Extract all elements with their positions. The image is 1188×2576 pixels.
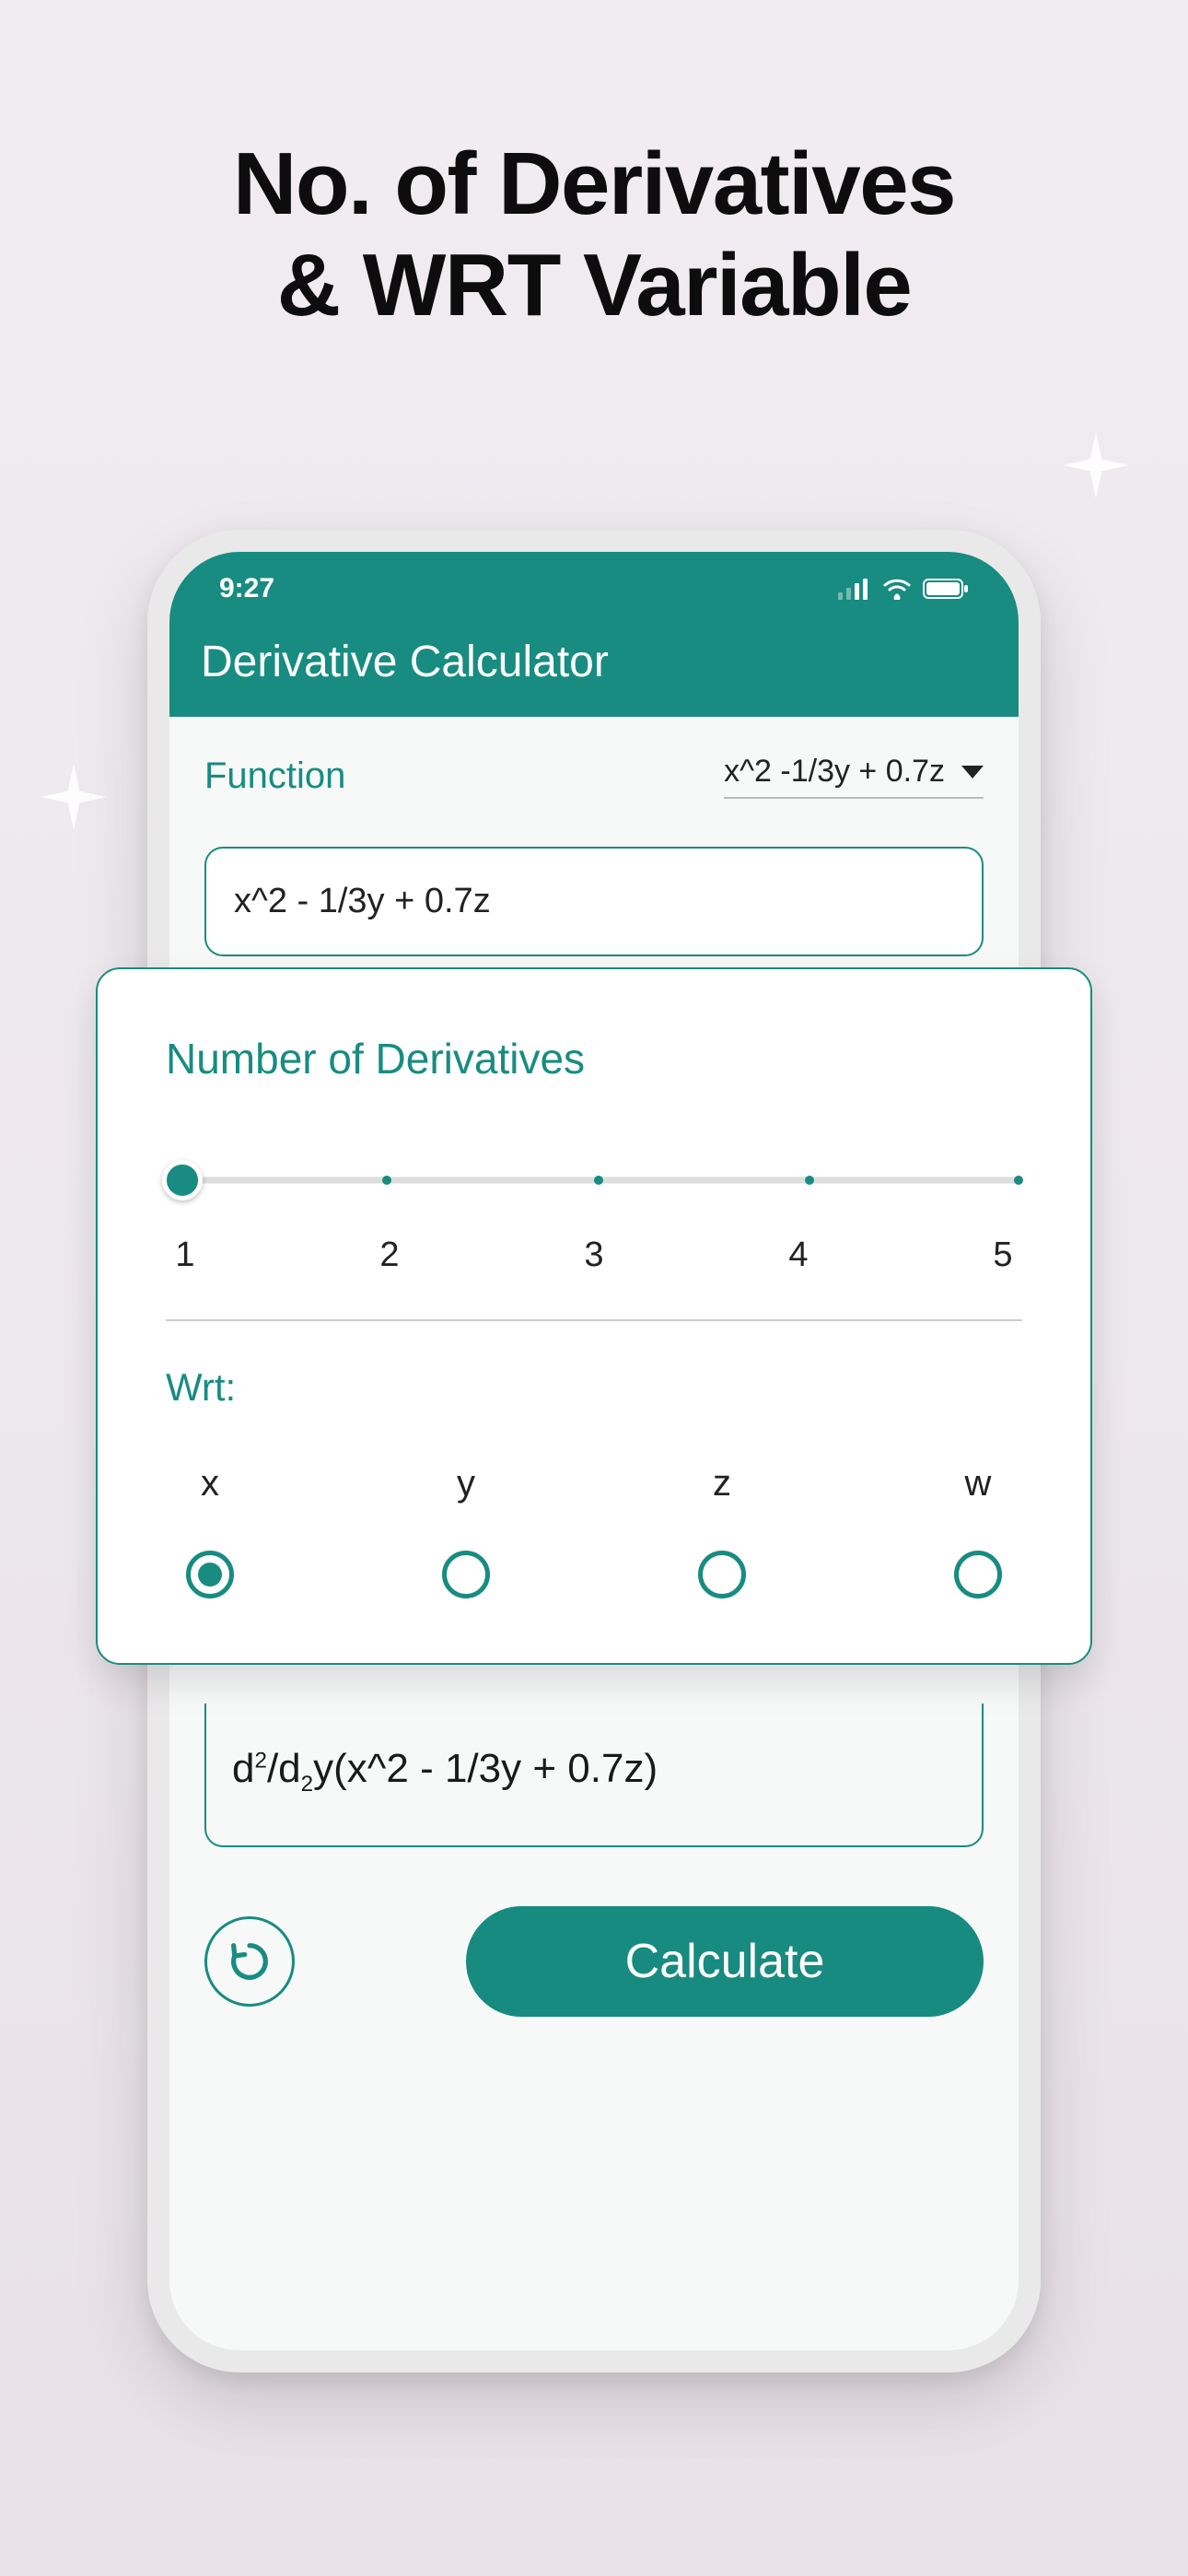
slider-label: 3	[580, 1235, 608, 1275]
wrt-option-y[interactable]: y	[442, 1463, 490, 1598]
divider	[166, 1319, 1022, 1321]
function-dropdown[interactable]: x^2 -1/3y + 0.7z	[724, 754, 984, 799]
slider-tick	[382, 1176, 391, 1185]
wrt-letter: z	[713, 1463, 731, 1505]
wifi-icon	[882, 578, 912, 600]
reset-icon	[226, 1938, 274, 1985]
function-input[interactable]: x^2 - 1/3y + 0.7z	[204, 847, 984, 956]
slider-thumb[interactable]	[162, 1160, 203, 1200]
derivatives-title: Number of Derivatives	[166, 1034, 1022, 1083]
signal-icon	[838, 578, 871, 600]
result-area: d2/d2y(x^2 - 1/3y + 0.7z) Calculate	[204, 1704, 984, 2017]
app-title: Derivative Calculator	[201, 637, 987, 687]
function-input-value: x^2 - 1/3y + 0.7z	[234, 882, 491, 920]
battery-icon	[923, 578, 969, 600]
function-label: Function	[204, 755, 345, 797]
sparkle-icon	[37, 760, 111, 834]
status-icons	[838, 578, 969, 600]
content-area: Function x^2 -1/3y + 0.7z x^2 - 1/3y + 0…	[169, 717, 1019, 956]
slider-label: 4	[785, 1235, 812, 1275]
dropdown-value: x^2 -1/3y + 0.7z	[724, 754, 945, 790]
hero-title: No. of Derivatives & WRT Variable	[0, 0, 1188, 337]
wrt-letter: w	[965, 1463, 992, 1505]
radio[interactable]	[954, 1551, 1002, 1598]
wrt-letter: x	[201, 1463, 219, 1505]
hero-line1: No. of Derivatives	[233, 135, 955, 233]
wrt-label: Wrt:	[166, 1365, 1022, 1410]
slider-label: 1	[171, 1235, 199, 1275]
wrt-option-x[interactable]: x	[186, 1463, 234, 1598]
calculate-label: Calculate	[625, 1935, 825, 1988]
hero-line2: & WRT Variable	[277, 236, 912, 334]
derivatives-slider[interactable]	[166, 1166, 1022, 1194]
slider-tick	[594, 1176, 603, 1185]
wrt-options: x y z w	[166, 1463, 1022, 1598]
action-row: Calculate	[204, 1906, 984, 2017]
reset-button[interactable]	[204, 1916, 295, 2007]
slider-labels: 1 2 3 4 5	[166, 1235, 1022, 1275]
sparkle-icon	[1059, 428, 1133, 502]
app-header: Derivative Calculator	[169, 626, 1019, 717]
slider-label: 5	[989, 1235, 1017, 1275]
wrt-letter: y	[457, 1463, 475, 1505]
radio-selected[interactable]	[186, 1551, 234, 1598]
wrt-option-z[interactable]: z	[698, 1463, 746, 1598]
radio[interactable]	[698, 1551, 746, 1598]
calculate-button[interactable]: Calculate	[466, 1906, 984, 2017]
status-time: 9:27	[219, 573, 274, 604]
result-display: d2/d2y(x^2 - 1/3y + 0.7z)	[204, 1704, 984, 1847]
slider-label: 2	[376, 1235, 403, 1275]
chevron-down-icon	[961, 766, 984, 779]
status-bar: 9:27	[169, 552, 1019, 626]
radio[interactable]	[442, 1551, 490, 1598]
derivatives-popover: Number of Derivatives 1 2 3 4 5 Wrt: x y…	[96, 967, 1092, 1665]
slider-tick	[1014, 1176, 1023, 1185]
slider-tick	[805, 1176, 814, 1185]
wrt-option-w[interactable]: w	[954, 1463, 1002, 1598]
